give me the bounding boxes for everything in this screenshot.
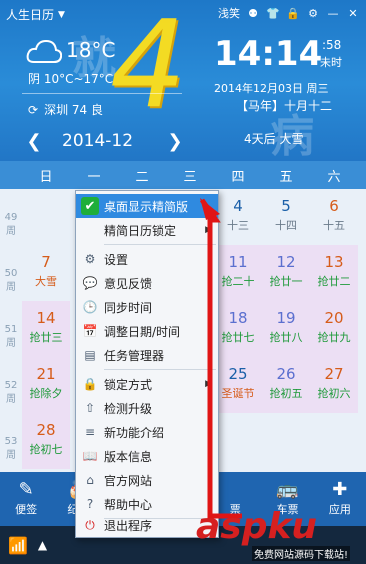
clock-hour-name: 未时	[320, 56, 342, 69]
month-label[interactable]: 2014-12	[62, 131, 133, 151]
apps-icon: ✚	[332, 479, 348, 500]
next-month-icon[interactable]: ❯	[161, 131, 189, 152]
week-number: 53 周	[4, 436, 18, 461]
watermark-logo: aspku	[196, 506, 318, 547]
minimize-icon[interactable]: —	[326, 6, 340, 20]
watermark-text: 免费网站源码下载站!	[252, 546, 351, 561]
annotation-arrow-icon	[199, 198, 242, 519]
menu-lock-simple[interactable]: 精简日历锁定 ▶	[76, 218, 218, 242]
week-number: 50 周	[4, 268, 18, 293]
clock-seconds: :58	[322, 38, 342, 52]
lock-icon[interactable]: 🔒	[286, 6, 300, 20]
toolbar-apps[interactable]: ✚ 应用	[314, 472, 366, 526]
weekday-label: 四	[231, 169, 245, 185]
solar-term: 4天后 大雪	[244, 132, 304, 146]
cloud-icon	[26, 39, 62, 63]
user-icon[interactable]: ⚉	[246, 6, 260, 20]
day-cell[interactable]: 27 抢初六	[310, 357, 358, 413]
bg-logo-4: 4	[110, 0, 187, 135]
menu-feedback[interactable]: 💬 意见反馈	[76, 271, 218, 295]
week-number: 52 周	[4, 380, 18, 405]
menu-check-update[interactable]: ⇧ 检测升级	[76, 396, 218, 420]
air-quality[interactable]: ⟳ 深圳 74 良	[28, 101, 103, 118]
clock-time: 14:14	[214, 34, 323, 74]
lunar-date: 【马年】十月十二	[236, 99, 333, 113]
topbar: 浅笑 ⚉ 👕 🔒 ⚙ — ✕	[218, 5, 360, 21]
day-cell[interactable]: 5 十四	[262, 189, 310, 245]
list-icon: ≡	[84, 425, 96, 439]
menu-lock-mode[interactable]: 🔒 锁定方式 ▶	[76, 372, 218, 396]
app-title-dropdown[interactable]: 人生日历 ▼	[6, 6, 65, 23]
bus-icon: 🚌	[276, 479, 299, 500]
week-number: 51 周	[4, 324, 18, 349]
weekday-header: 日 一 二 三 四 五 六	[0, 161, 366, 189]
skin-label[interactable]: 浅笑	[218, 5, 240, 21]
chat-icon: 💬	[82, 276, 98, 290]
menu-adjust-datetime[interactable]: 📅 调整日期/时间	[76, 319, 218, 343]
toolbar-notes[interactable]: ✎ 便签	[0, 472, 52, 526]
lock-icon: 🔒	[82, 377, 98, 391]
weekday-label: 二	[135, 169, 149, 185]
day-cell[interactable]: 13 抢廿二	[310, 245, 358, 301]
app-title: 人生日历	[6, 8, 55, 22]
caret-down-icon: ▼	[58, 9, 65, 20]
month-nav: ❮ 2014-12 ❯	[0, 126, 220, 156]
weekday-label: 日	[39, 169, 53, 185]
help-icon: ?	[86, 497, 94, 511]
upgrade-icon: ⇧	[84, 401, 96, 415]
day-cell[interactable]: 6 十五	[310, 189, 358, 245]
header: 就 4 病 人生日历 ▼ 浅笑 ⚉ 👕 🔒 ⚙ — ✕ 18°C 阴 10°C~…	[0, 0, 366, 186]
refresh-icon[interactable]: ⟳	[28, 103, 38, 117]
day-cell[interactable]: 21 抢除夕	[22, 357, 70, 413]
day-cell[interactable]: 7 大雪	[22, 245, 70, 301]
menu-version-info[interactable]: 📖 版本信息	[76, 444, 218, 468]
day-cell[interactable]: 26 抢初五	[262, 357, 310, 413]
full-date: 2014年12月03日 周三	[214, 82, 329, 95]
home-icon: ⌂	[86, 473, 94, 487]
gear-icon: ⚙	[84, 252, 96, 266]
week-number: 49 周	[4, 212, 18, 237]
weekday-label: 一	[87, 169, 101, 185]
clock-icon: 🕒	[82, 300, 98, 314]
day-cell[interactable]: 20 抢廿九	[310, 301, 358, 357]
weekday-label: 六	[327, 169, 341, 185]
edit-icon: ✎	[18, 479, 34, 500]
wifi-icon[interactable]: 📶	[8, 536, 28, 555]
day-cell[interactable]: 19 抢廿八	[262, 301, 310, 357]
menu-new-features[interactable]: ≡ 新功能介绍	[76, 420, 218, 444]
temperature-range: 阴 10°C~17°C	[28, 72, 114, 86]
menu-settings[interactable]: ⚙ 设置	[76, 247, 218, 271]
tray-arrow-icon[interactable]: ▲	[38, 538, 47, 552]
menu-task-manager[interactable]: ▤ 任务管理器	[76, 343, 218, 367]
window-icon: ▤	[84, 348, 96, 362]
prev-month-icon[interactable]: ❮	[20, 131, 48, 152]
divider	[22, 93, 182, 94]
weekday-label: 三	[183, 169, 197, 185]
menu-official-site[interactable]: ⌂ 官方网站	[76, 468, 218, 492]
check-icon: ✔	[81, 197, 99, 215]
day-cell[interactable]: 12 抢廿一	[262, 245, 310, 301]
menu-show-simple[interactable]: ✔ 桌面显示精简版	[76, 194, 218, 218]
day-cell[interactable]: 14 抢廿三	[22, 301, 70, 357]
weekday-label: 五	[279, 169, 293, 185]
shirt-icon[interactable]: 👕	[266, 6, 280, 20]
book-icon: 📖	[82, 449, 98, 463]
calendar-icon: 📅	[82, 324, 98, 338]
menu-sync-time[interactable]: 🕒 同步时间	[76, 295, 218, 319]
power-icon: ⏻	[85, 517, 95, 532]
close-icon[interactable]: ✕	[346, 6, 360, 20]
temperature: 18°C	[66, 38, 116, 62]
gear-icon[interactable]: ⚙	[306, 6, 320, 20]
air-quality-text: 深圳 74 良	[44, 103, 103, 117]
day-cell[interactable]: 28 抢初七	[22, 413, 70, 469]
